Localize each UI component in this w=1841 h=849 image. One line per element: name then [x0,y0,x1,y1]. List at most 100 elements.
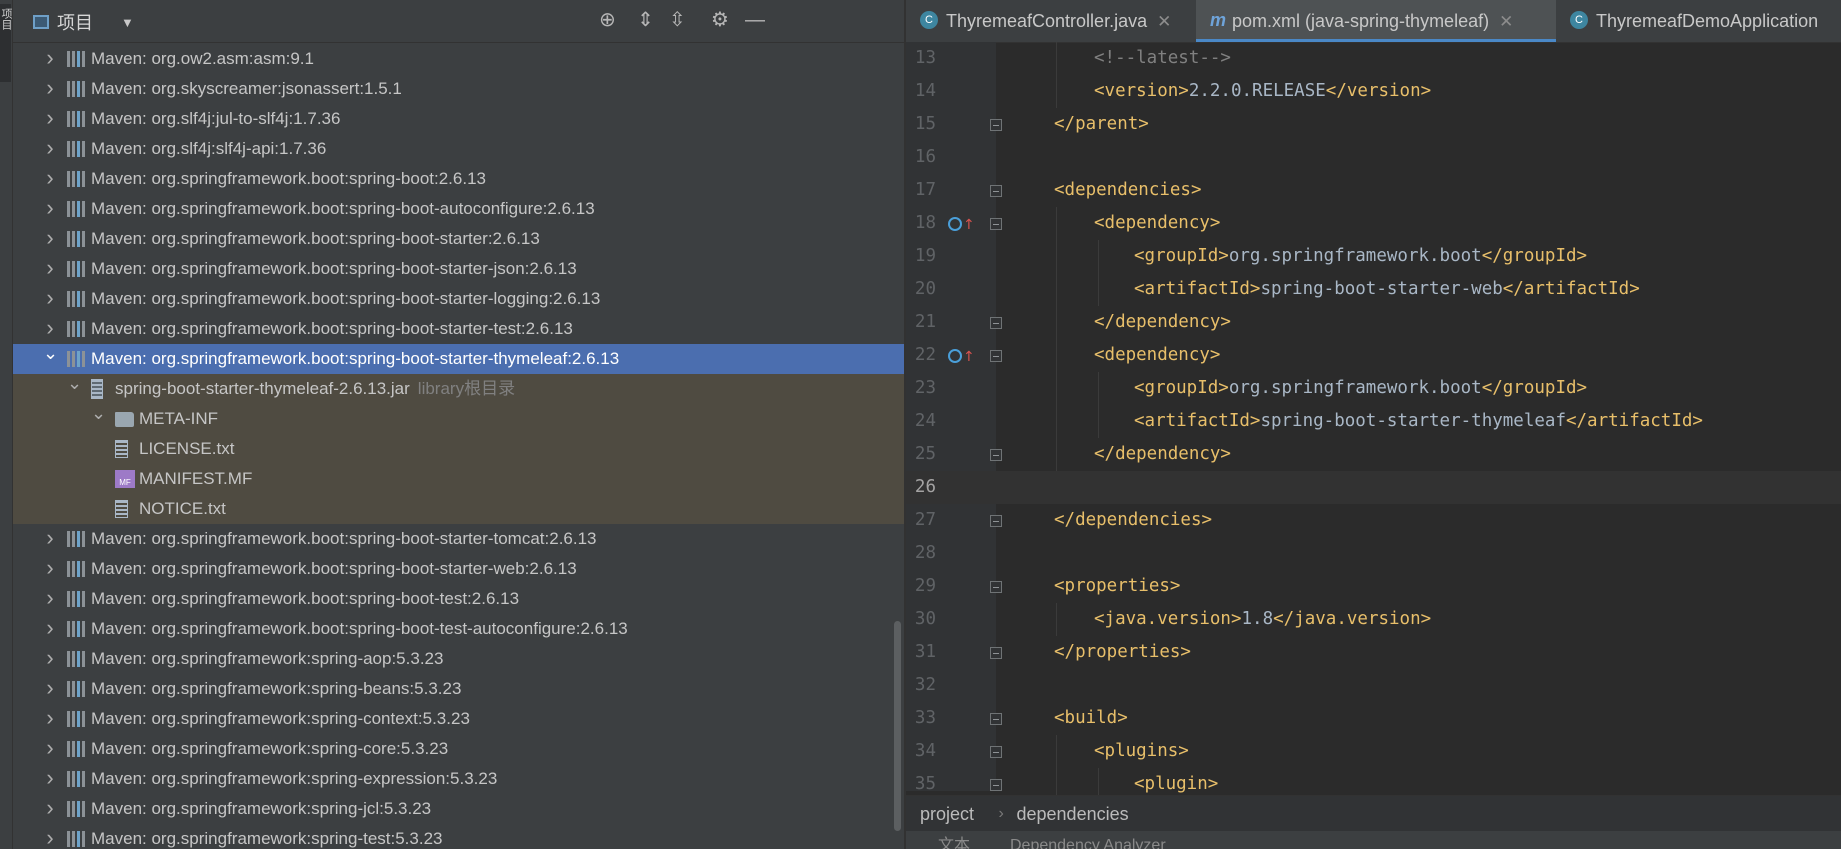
tree-row[interactable]: › Maven: org.slf4j:jul-to-slf4j:1.7.36 [13,104,904,134]
chevron-down-icon[interactable]: ⌄ [91,398,106,428]
code-line[interactable]: 27 </dependencies> [906,504,1841,537]
tree-row[interactable]: › Maven: org.skyscreamer:jsonassert:1.5.1 [13,74,904,104]
tree-row[interactable]: ⌄ spring-boot-starter-thymeleaf-2.6.13.ja… [13,373,904,404]
close-icon[interactable]: ✕ [1157,12,1171,31]
chevron-right-icon[interactable]: › [43,253,57,283]
tree-row[interactable]: › Maven: org.springframework.boot:spring-… [13,254,904,284]
tree-row[interactable]: › Maven: org.springframework.boot:spring-… [13,614,904,644]
code-line[interactable]: 19 <groupId>org.springframework.boot</gro… [906,240,1841,273]
chevron-right-icon[interactable]: › [43,43,57,73]
chevron-right-icon[interactable]: › [43,523,57,553]
chevron-down-icon[interactable]: ▼ [121,15,134,30]
tree-row[interactable]: › Maven: org.ow2.asm:asm:9.1 [13,44,904,74]
code-line[interactable]: 30 <java.version>1.8</java.version> [906,603,1841,636]
tree-row[interactable]: › Maven: org.springframework.boot:spring-… [13,164,904,194]
gear-icon[interactable]: ⚙ [711,9,729,31]
chevron-right-icon[interactable]: › [43,193,57,223]
chevron-right-icon[interactable]: › [43,283,57,313]
chevron-right-icon[interactable]: › [43,823,57,849]
close-icon[interactable]: ✕ [1499,12,1513,31]
minimize-icon[interactable]: — [745,9,765,31]
code-line[interactable]: 26 [906,471,1841,504]
chevron-right-icon[interactable]: › [43,673,57,703]
fold-marker-icon[interactable] [990,449,1002,461]
tree-row[interactable]: › Maven: org.springframework.boot:spring-… [13,284,904,314]
code-line[interactable]: 33 <build> [906,702,1841,735]
tree-row[interactable]: › Maven: org.springframework:spring-aop:5… [13,644,904,674]
fold-marker-icon[interactable] [990,713,1002,725]
chevron-right-icon[interactable]: › [43,613,57,643]
chevron-right-icon[interactable]: › [43,133,57,163]
chevron-right-icon[interactable]: › [43,103,57,133]
tree-row[interactable]: › Maven: org.springframework.boot:spring-… [13,224,904,254]
code-line[interactable]: 29 <properties> [906,570,1841,603]
breadcrumb-item[interactable]: dependencies [1017,796,1129,832]
override-gutter-icon[interactable] [948,209,975,242]
tree-row[interactable]: › Maven: org.springframework:spring-jcl:5… [13,794,904,824]
code-line[interactable]: 15 </parent> [906,108,1841,141]
tree-row[interactable]: › Maven: org.slf4j:slf4j-api:1.7.36 [13,134,904,164]
chevron-right-icon[interactable]: › [43,733,57,763]
project-scrollbar[interactable] [892,44,904,849]
code-line[interactable]: 18 <dependency> [906,207,1841,242]
chevron-down-icon[interactable]: ⌄ [67,368,82,398]
project-view-selector[interactable]: 项目 ▼ [33,9,134,35]
fold-marker-icon[interactable] [990,746,1002,758]
tree-row[interactable]: › Maven: org.springframework.boot:spring-… [13,314,904,344]
chevron-right-icon[interactable]: › [43,793,57,823]
code-line[interactable]: 21 </dependency> [906,306,1841,339]
breadcrumb-item[interactable]: project [920,796,974,832]
fold-marker-icon[interactable] [990,350,1002,362]
editor-tab[interactable]: C ThyremeafDemoApplication [1556,0,1841,42]
code-line[interactable]: 23 <groupId>org.springframework.boot</gro… [906,372,1841,405]
code-line[interactable]: 14 <version>2.2.0.RELEASE</version> [906,75,1841,108]
code-line[interactable]: 24 <artifactId>spring-boot-starter-thymel… [906,405,1841,438]
code-line[interactable]: 13 <!--latest--> [906,42,1841,75]
project-scrollbar-thumb[interactable] [894,621,901,831]
tree-row[interactable]: › Maven: org.springframework:spring-expre… [13,764,904,794]
chevron-right-icon[interactable]: › [43,73,57,103]
chevron-right-icon[interactable]: › [43,643,57,673]
chevron-right-icon[interactable]: › [43,553,57,583]
code-line[interactable]: 34 <plugins> [906,735,1841,768]
tree-row[interactable]: › Maven: org.springframework.boot:spring-… [13,554,904,584]
fold-marker-icon[interactable] [990,317,1002,329]
chevron-right-icon[interactable]: › [43,163,57,193]
chevron-right-icon[interactable]: › [43,223,57,253]
tree-row[interactable]: › Maven: org.springframework.boot:spring-… [13,524,904,554]
editor-tab[interactable]: m pom.xml (java-spring-thymeleaf) ✕ [1196,0,1556,42]
code-line[interactable]: 16 [906,141,1841,174]
chevron-right-icon[interactable]: › [43,703,57,733]
tree-row[interactable]: › Maven: org.springframework:spring-beans… [13,674,904,704]
fold-marker-icon[interactable] [990,647,1002,659]
code-line[interactable]: 31 </properties> [906,636,1841,669]
chevron-down-icon[interactable]: ⌄ [43,338,58,368]
chevron-right-icon[interactable]: › [43,763,57,793]
tree-row[interactable]: › Maven: org.springframework:spring-test:… [13,824,904,849]
code-line[interactable]: 22 <dependency> [906,339,1841,374]
editor-bottom-tab[interactable]: 文本 [938,831,970,849]
tree-row[interactable]: NOTICE.txt [13,494,904,524]
override-gutter-icon[interactable] [948,341,975,374]
code-line[interactable]: 20 <artifactId>spring-boot-starter-web</a… [906,273,1841,306]
tree-row[interactable]: ⌄ Maven: org.springframework.boot:spring-… [13,343,904,374]
collapse-all-icon[interactable]: ⇳ [669,9,686,31]
fold-marker-icon[interactable] [990,779,1002,791]
fold-marker-icon[interactable] [990,119,1002,131]
fold-marker-icon[interactable] [990,515,1002,527]
editor-tab[interactable]: C ThyremeafController.java ✕ [906,0,1196,42]
editor-bottom-tab[interactable]: Dependency Analyzer [1010,831,1166,849]
expand-all-icon[interactable]: ⇕ [637,9,654,31]
fold-marker-icon[interactable] [990,185,1002,197]
locate-icon[interactable]: ⊕ [599,9,616,31]
tree-row[interactable]: MF MANIFEST.MF [13,464,904,494]
fold-marker-icon[interactable] [990,218,1002,230]
code-line[interactable]: 28 [906,537,1841,570]
tree-row[interactable]: ⌄ META-INF [13,403,904,434]
fold-marker-icon[interactable] [990,581,1002,593]
tree-row[interactable]: LICENSE.txt [13,434,904,464]
project-tool-tab[interactable]: 项目 [0,4,12,82]
tree-row[interactable]: › Maven: org.springframework:spring-conte… [13,704,904,734]
tree-row[interactable]: › Maven: org.springframework.boot:spring-… [13,584,904,614]
tree-row[interactable]: › Maven: org.springframework:spring-core:… [13,734,904,764]
